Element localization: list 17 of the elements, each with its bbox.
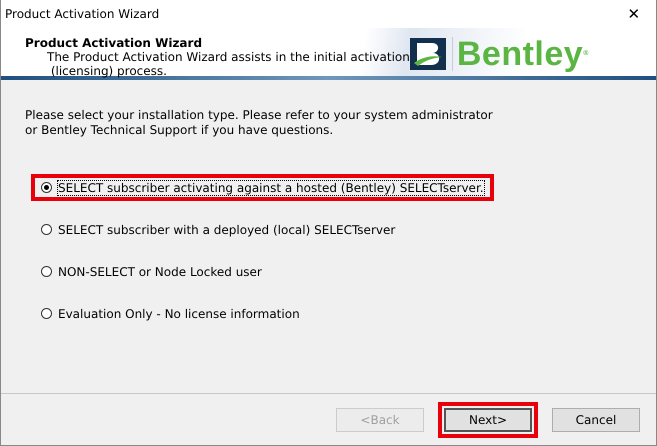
radio-button[interactable] <box>41 266 52 277</box>
header-title: Product Activation Wizard <box>25 36 204 50</box>
option-label[interactable]: NON-SELECT or Node Locked user <box>58 264 262 278</box>
logo-text: Bentley$^{®}$ <box>452 37 589 71</box>
close-button[interactable]: ✕ <box>612 0 656 28</box>
logo-icon <box>410 38 446 70</box>
radio-button[interactable] <box>41 308 52 319</box>
wizard-button[interactable]: Cancel <box>552 408 640 432</box>
instructions-text: Please select your installation type. Please refer to your system administrator or Bentley Technical Support if you have questions. <box>25 108 494 138</box>
radio-button[interactable] <box>41 224 52 235</box>
option-label[interactable]: Evaluation Only - No license information <box>58 306 300 320</box>
header-description: The Product Activation Wizard assists in the initial activation (licensing) process. <box>46 50 410 78</box>
window-title: Product Activation Wizard <box>5 7 160 21</box>
option-label[interactable]: SELECT subscriber with a deployed (local) SELECTserver <box>58 222 396 236</box>
option-label[interactable]: SELECT subscriber activating against a hosted (Bentley) SELECTserver. <box>58 180 484 194</box>
radio-button[interactable] <box>41 182 52 193</box>
wizard-button[interactable]: Next> <box>444 408 532 432</box>
